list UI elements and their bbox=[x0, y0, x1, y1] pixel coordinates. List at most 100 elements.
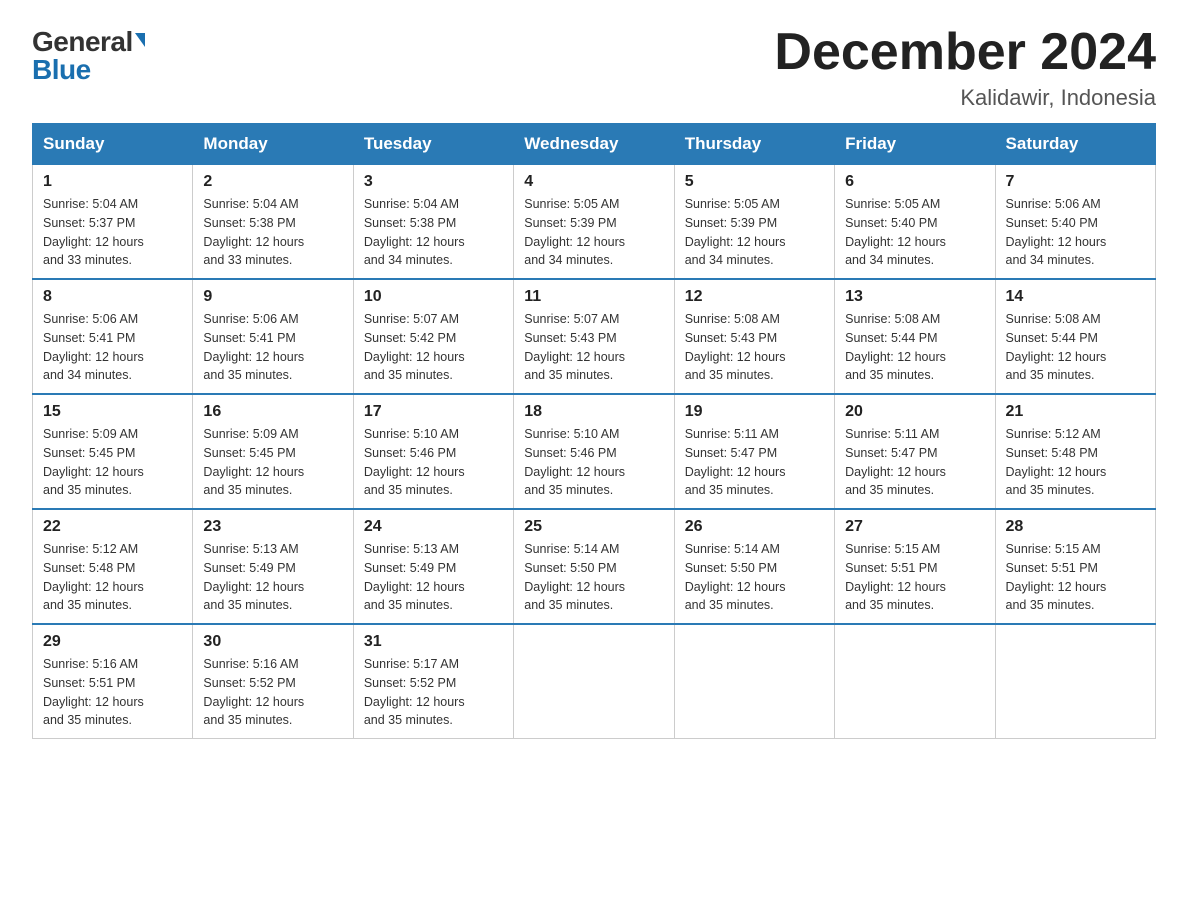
day-info: Sunrise: 5:15 AMSunset: 5:51 PMDaylight:… bbox=[845, 540, 984, 615]
day-info: Sunrise: 5:09 AMSunset: 5:45 PMDaylight:… bbox=[43, 425, 182, 500]
calendar-cell: 7 Sunrise: 5:06 AMSunset: 5:40 PMDaylight… bbox=[995, 165, 1155, 280]
calendar-cell: 17 Sunrise: 5:10 AMSunset: 5:46 PMDayligh… bbox=[353, 394, 513, 509]
day-info: Sunrise: 5:16 AMSunset: 5:51 PMDaylight:… bbox=[43, 655, 182, 730]
day-info: Sunrise: 5:06 AMSunset: 5:41 PMDaylight:… bbox=[203, 310, 342, 385]
day-number: 20 bbox=[845, 403, 984, 421]
day-info: Sunrise: 5:17 AMSunset: 5:52 PMDaylight:… bbox=[364, 655, 503, 730]
day-number: 18 bbox=[524, 403, 663, 421]
calendar-subtitle: Kalidawir, Indonesia bbox=[774, 85, 1156, 111]
title-block: December 2024 Kalidawir, Indonesia bbox=[774, 24, 1156, 111]
day-header-row: SundayMondayTuesdayWednesdayThursdayFrid… bbox=[33, 124, 1156, 165]
calendar-cell: 29 Sunrise: 5:16 AMSunset: 5:51 PMDayligh… bbox=[33, 624, 193, 739]
day-number: 8 bbox=[43, 288, 182, 306]
day-info: Sunrise: 5:08 AMSunset: 5:43 PMDaylight:… bbox=[685, 310, 824, 385]
day-info: Sunrise: 5:07 AMSunset: 5:43 PMDaylight:… bbox=[524, 310, 663, 385]
day-info: Sunrise: 5:09 AMSunset: 5:45 PMDaylight:… bbox=[203, 425, 342, 500]
day-number: 29 bbox=[43, 633, 182, 651]
day-number: 21 bbox=[1006, 403, 1145, 421]
day-number: 19 bbox=[685, 403, 824, 421]
day-info: Sunrise: 5:10 AMSunset: 5:46 PMDaylight:… bbox=[524, 425, 663, 500]
calendar-cell: 11 Sunrise: 5:07 AMSunset: 5:43 PMDayligh… bbox=[514, 279, 674, 394]
col-header-saturday: Saturday bbox=[995, 124, 1155, 165]
day-number: 26 bbox=[685, 518, 824, 536]
day-info: Sunrise: 5:04 AMSunset: 5:38 PMDaylight:… bbox=[364, 195, 503, 270]
day-number: 2 bbox=[203, 173, 342, 191]
calendar-cell: 5 Sunrise: 5:05 AMSunset: 5:39 PMDaylight… bbox=[674, 165, 834, 280]
day-number: 22 bbox=[43, 518, 182, 536]
day-number: 6 bbox=[845, 173, 984, 191]
calendar-cell: 12 Sunrise: 5:08 AMSunset: 5:43 PMDayligh… bbox=[674, 279, 834, 394]
col-header-thursday: Thursday bbox=[674, 124, 834, 165]
col-header-monday: Monday bbox=[193, 124, 353, 165]
calendar-cell: 1 Sunrise: 5:04 AMSunset: 5:37 PMDaylight… bbox=[33, 165, 193, 280]
day-info: Sunrise: 5:07 AMSunset: 5:42 PMDaylight:… bbox=[364, 310, 503, 385]
day-number: 31 bbox=[364, 633, 503, 651]
calendar-cell: 2Sunrise: 5:04 AMSunset: 5:38 PMDaylight… bbox=[193, 165, 353, 280]
calendar-cell: 6 Sunrise: 5:05 AMSunset: 5:40 PMDaylight… bbox=[835, 165, 995, 280]
calendar-cell: 22 Sunrise: 5:12 AMSunset: 5:48 PMDayligh… bbox=[33, 509, 193, 624]
col-header-tuesday: Tuesday bbox=[353, 124, 513, 165]
day-info: Sunrise: 5:13 AMSunset: 5:49 PMDaylight:… bbox=[364, 540, 503, 615]
page-header: General Blue December 2024 Kalidawir, In… bbox=[32, 24, 1156, 111]
calendar-table: SundayMondayTuesdayWednesdayThursdayFrid… bbox=[32, 123, 1156, 739]
day-info: Sunrise: 5:04 AMSunset: 5:37 PMDaylight:… bbox=[43, 195, 182, 270]
day-info: Sunrise: 5:06 AMSunset: 5:40 PMDaylight:… bbox=[1006, 195, 1145, 270]
day-number: 4 bbox=[524, 173, 663, 191]
calendar-cell: 30 Sunrise: 5:16 AMSunset: 5:52 PMDayligh… bbox=[193, 624, 353, 739]
day-info: Sunrise: 5:12 AMSunset: 5:48 PMDaylight:… bbox=[43, 540, 182, 615]
day-number: 14 bbox=[1006, 288, 1145, 306]
day-number: 11 bbox=[524, 288, 663, 306]
day-number: 23 bbox=[203, 518, 342, 536]
day-info: Sunrise: 5:05 AMSunset: 5:39 PMDaylight:… bbox=[524, 195, 663, 270]
day-number: 5 bbox=[685, 173, 824, 191]
calendar-week-row: 1 Sunrise: 5:04 AMSunset: 5:37 PMDaylight… bbox=[33, 165, 1156, 280]
day-number: 7 bbox=[1006, 173, 1145, 191]
day-number: 15 bbox=[43, 403, 182, 421]
calendar-cell: 27Sunrise: 5:15 AMSunset: 5:51 PMDayligh… bbox=[835, 509, 995, 624]
calendar-cell: 25Sunrise: 5:14 AMSunset: 5:50 PMDayligh… bbox=[514, 509, 674, 624]
logo: General Blue bbox=[32, 24, 145, 84]
day-info: Sunrise: 5:15 AMSunset: 5:51 PMDaylight:… bbox=[1006, 540, 1145, 615]
calendar-cell: 31 Sunrise: 5:17 AMSunset: 5:52 PMDayligh… bbox=[353, 624, 513, 739]
col-header-wednesday: Wednesday bbox=[514, 124, 674, 165]
day-info: Sunrise: 5:05 AMSunset: 5:39 PMDaylight:… bbox=[685, 195, 824, 270]
day-number: 17 bbox=[364, 403, 503, 421]
day-info: Sunrise: 5:08 AMSunset: 5:44 PMDaylight:… bbox=[1006, 310, 1145, 385]
day-number: 16 bbox=[203, 403, 342, 421]
day-info: Sunrise: 5:16 AMSunset: 5:52 PMDaylight:… bbox=[203, 655, 342, 730]
calendar-cell: 9 Sunrise: 5:06 AMSunset: 5:41 PMDaylight… bbox=[193, 279, 353, 394]
day-number: 13 bbox=[845, 288, 984, 306]
day-info: Sunrise: 5:14 AMSunset: 5:50 PMDaylight:… bbox=[685, 540, 824, 615]
logo-triangle-icon bbox=[135, 33, 145, 47]
day-info: Sunrise: 5:11 AMSunset: 5:47 PMDaylight:… bbox=[685, 425, 824, 500]
calendar-week-row: 29 Sunrise: 5:16 AMSunset: 5:51 PMDayligh… bbox=[33, 624, 1156, 739]
col-header-friday: Friday bbox=[835, 124, 995, 165]
logo-general-text: General bbox=[32, 28, 133, 56]
day-number: 10 bbox=[364, 288, 503, 306]
day-number: 24 bbox=[364, 518, 503, 536]
day-info: Sunrise: 5:12 AMSunset: 5:48 PMDaylight:… bbox=[1006, 425, 1145, 500]
day-info: Sunrise: 5:05 AMSunset: 5:40 PMDaylight:… bbox=[845, 195, 984, 270]
calendar-cell: 14 Sunrise: 5:08 AMSunset: 5:44 PMDayligh… bbox=[995, 279, 1155, 394]
calendar-cell: 16 Sunrise: 5:09 AMSunset: 5:45 PMDayligh… bbox=[193, 394, 353, 509]
day-info: Sunrise: 5:10 AMSunset: 5:46 PMDaylight:… bbox=[364, 425, 503, 500]
day-number: 9 bbox=[203, 288, 342, 306]
logo-blue-text: Blue bbox=[32, 56, 91, 84]
calendar-week-row: 22 Sunrise: 5:12 AMSunset: 5:48 PMDayligh… bbox=[33, 509, 1156, 624]
calendar-cell bbox=[835, 624, 995, 739]
calendar-cell: 15 Sunrise: 5:09 AMSunset: 5:45 PMDayligh… bbox=[33, 394, 193, 509]
calendar-cell: 3 Sunrise: 5:04 AMSunset: 5:38 PMDaylight… bbox=[353, 165, 513, 280]
day-number: 30 bbox=[203, 633, 342, 651]
calendar-cell: 20Sunrise: 5:11 AMSunset: 5:47 PMDayligh… bbox=[835, 394, 995, 509]
calendar-cell bbox=[514, 624, 674, 739]
calendar-week-row: 15 Sunrise: 5:09 AMSunset: 5:45 PMDayligh… bbox=[33, 394, 1156, 509]
calendar-cell bbox=[674, 624, 834, 739]
day-number: 12 bbox=[685, 288, 824, 306]
calendar-cell bbox=[995, 624, 1155, 739]
calendar-cell: 4 Sunrise: 5:05 AMSunset: 5:39 PMDaylight… bbox=[514, 165, 674, 280]
calendar-cell: 28 Sunrise: 5:15 AMSunset: 5:51 PMDayligh… bbox=[995, 509, 1155, 624]
calendar-cell: 26 Sunrise: 5:14 AMSunset: 5:50 PMDayligh… bbox=[674, 509, 834, 624]
day-number: 3 bbox=[364, 173, 503, 191]
day-number: 1 bbox=[43, 173, 182, 191]
day-number: 28 bbox=[1006, 518, 1145, 536]
